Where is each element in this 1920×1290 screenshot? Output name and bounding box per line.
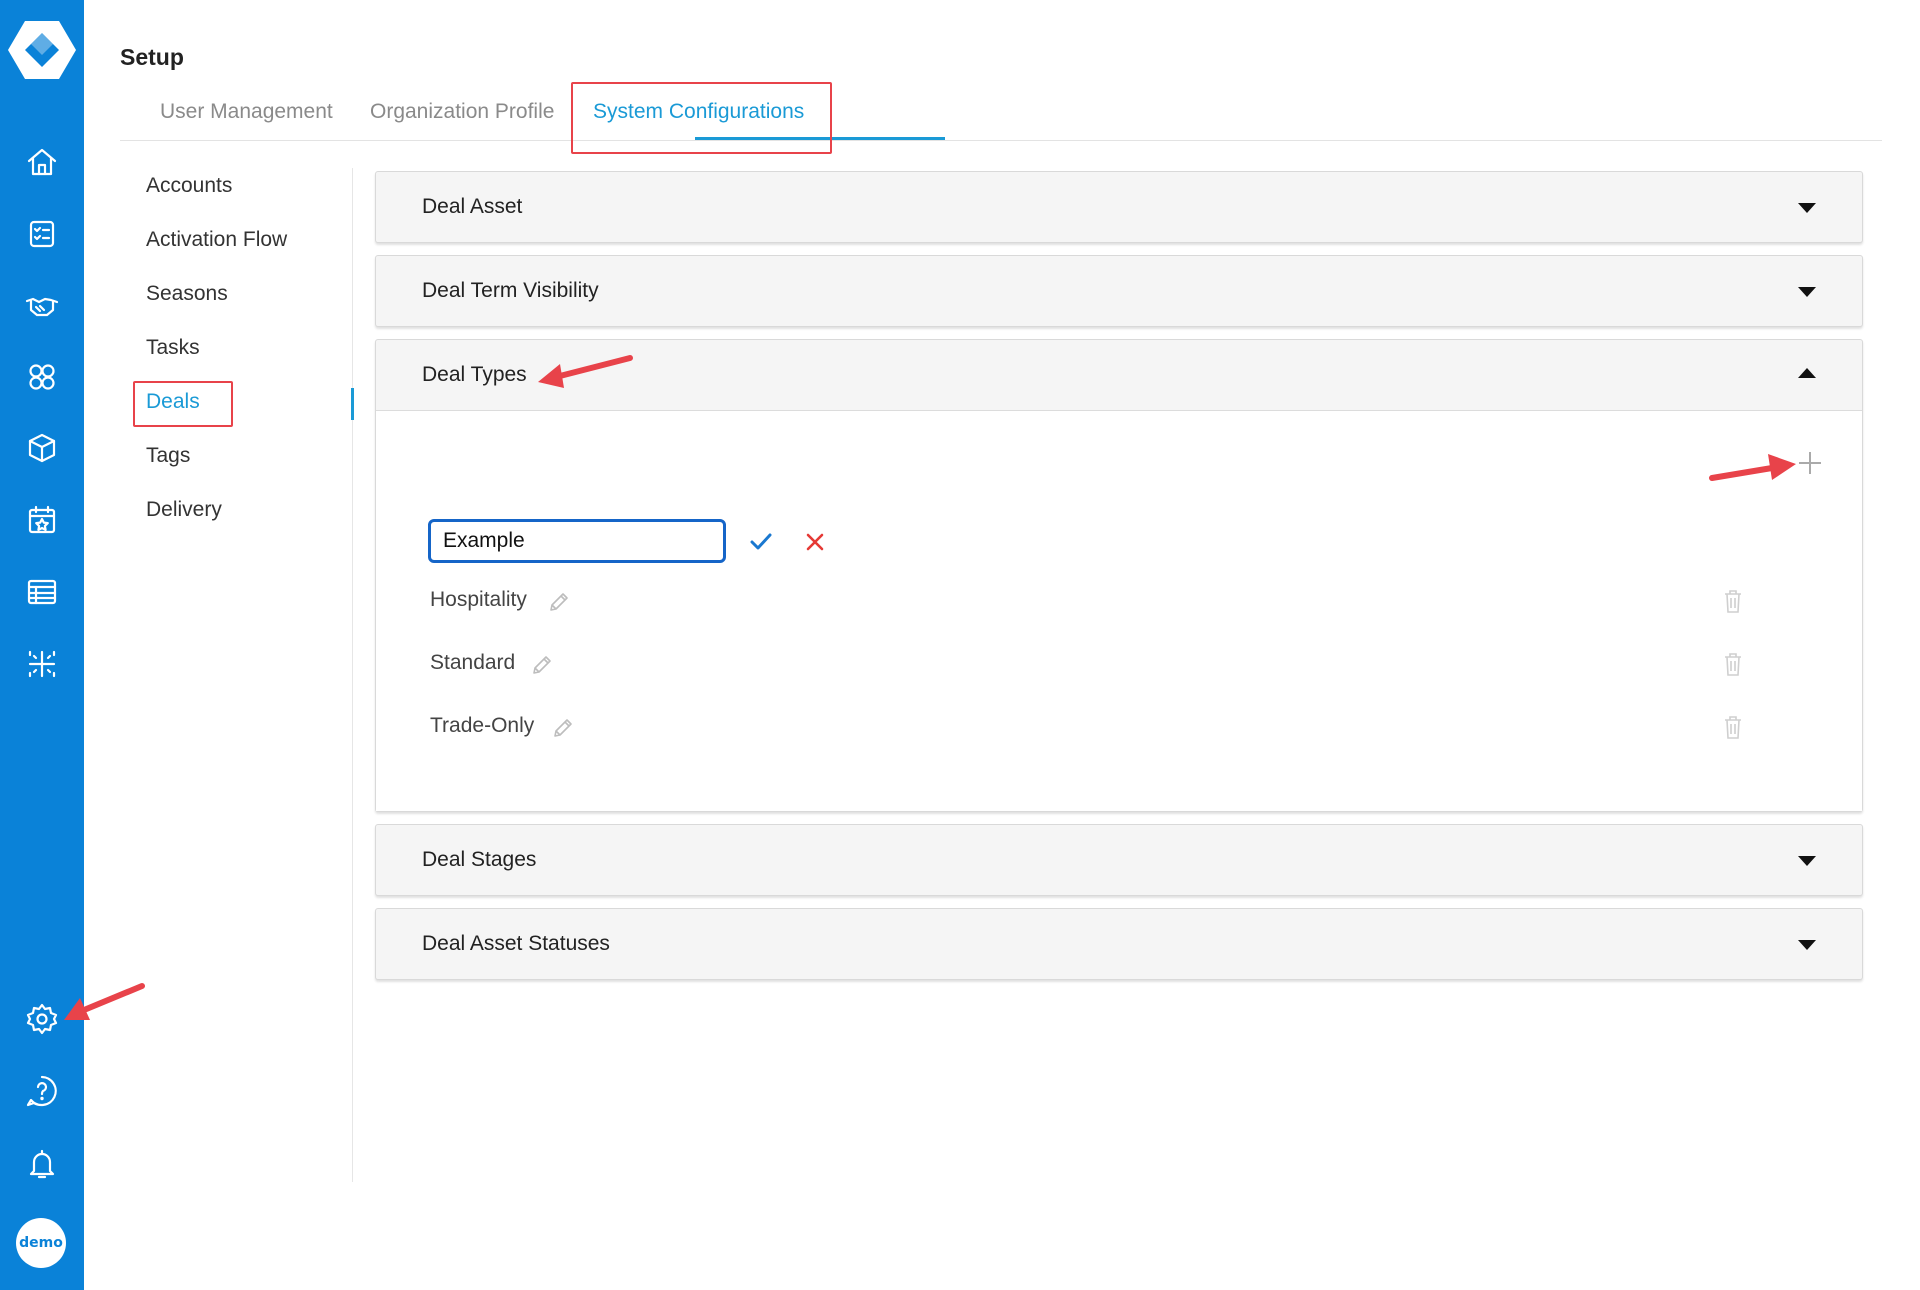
calendar-star-icon[interactable] [22,500,62,540]
help-icon[interactable] [22,1071,62,1111]
panel-header-deal-asset-statuses[interactable]: Deal Asset Statuses [376,909,1862,979]
home-icon[interactable] [22,142,62,182]
checklist-icon[interactable] [22,214,62,254]
deal-type-row: Hospitality [430,588,1780,618]
panel-header-deal-asset[interactable]: Deal Asset [376,172,1862,242]
annotation-arrow-icon [538,355,633,388]
group-icon[interactable] [22,357,62,397]
trash-icon[interactable] [1723,588,1743,614]
caret-up-icon[interactable] [1798,368,1816,378]
panel-title: Deal Term Visibility [422,279,599,302]
active-subnav-indicator [351,388,354,420]
deal-type-label: Standard [430,651,516,674]
avatar[interactable]: demo [16,1218,66,1268]
deal-type-label: Trade-Only [430,714,535,737]
caret-down-icon[interactable] [1798,940,1816,950]
deal-type-label: Hospitality [430,588,527,611]
subnav-item-tags[interactable]: Tags [146,444,190,468]
subnav-item-activation-flow[interactable]: Activation Flow [146,228,287,252]
pencil-icon[interactable] [547,590,571,614]
annotation-box-tab [571,82,832,154]
panel-deal-types: Deal Types Hospitality Standard [375,339,1863,812]
subnav-item-delivery[interactable]: Delivery [146,498,222,522]
panel-deal-asset-statuses: Deal Asset Statuses [375,908,1863,980]
pencil-icon[interactable] [530,653,554,677]
trash-icon[interactable] [1723,714,1743,740]
annotation-box-deals [133,381,233,427]
panel-title: Deal Asset [422,195,523,218]
subnav-item-seasons[interactable]: Seasons [146,282,228,306]
annotation-arrow-icon [1709,454,1796,481]
caret-down-icon[interactable] [1798,203,1816,213]
panel-deal-asset: Deal Asset [375,171,1863,243]
table-icon[interactable] [22,572,62,612]
panel-title: Deal Stages [422,848,537,871]
sparkle-icon[interactable] [22,644,62,684]
app-logo[interactable] [7,17,77,83]
deal-type-row: Standard [430,651,1780,681]
subnav-item-tasks[interactable]: Tasks [146,336,200,360]
package-icon[interactable] [22,428,62,468]
page-title: Setup [120,44,184,70]
handshake-icon[interactable] [22,285,62,325]
caret-down-icon[interactable] [1798,287,1816,297]
panel-title: Deal Types [422,363,527,386]
bell-icon[interactable] [22,1144,62,1184]
deal-types-body: Hospitality Standard Trade-Only [376,410,1862,811]
trash-icon[interactable] [1723,651,1743,677]
settings-subnav: Accounts Activation Flow Seasons Tasks D… [120,168,354,1182]
panel-deal-stages: Deal Stages [375,824,1863,896]
cancel-x-icon[interactable] [802,529,828,555]
tab-user-management[interactable]: User Management [160,100,333,124]
deal-type-row: Trade-Only [430,714,1780,744]
subnav-item-accounts[interactable]: Accounts [146,174,232,198]
pencil-icon[interactable] [551,716,575,740]
panel-deal-term-visibility: Deal Term Visibility [375,255,1863,327]
panel-header-deal-term-visibility[interactable]: Deal Term Visibility [376,256,1862,326]
new-deal-type-input[interactable] [428,519,726,563]
caret-down-icon[interactable] [1798,856,1816,866]
add-deal-type-button[interactable] [1796,449,1824,477]
tab-organization-profile[interactable]: Organization Profile [370,100,554,124]
panel-title: Deal Asset Statuses [422,932,610,955]
annotation-arrow-icon [64,983,145,1020]
confirm-check-icon[interactable] [748,529,774,555]
panel-header-deal-stages[interactable]: Deal Stages [376,825,1862,895]
side-rail: demo [0,0,84,1290]
gear-icon[interactable] [22,999,62,1039]
tab-bar: User Management Organization Profile Sys… [120,100,1882,141]
